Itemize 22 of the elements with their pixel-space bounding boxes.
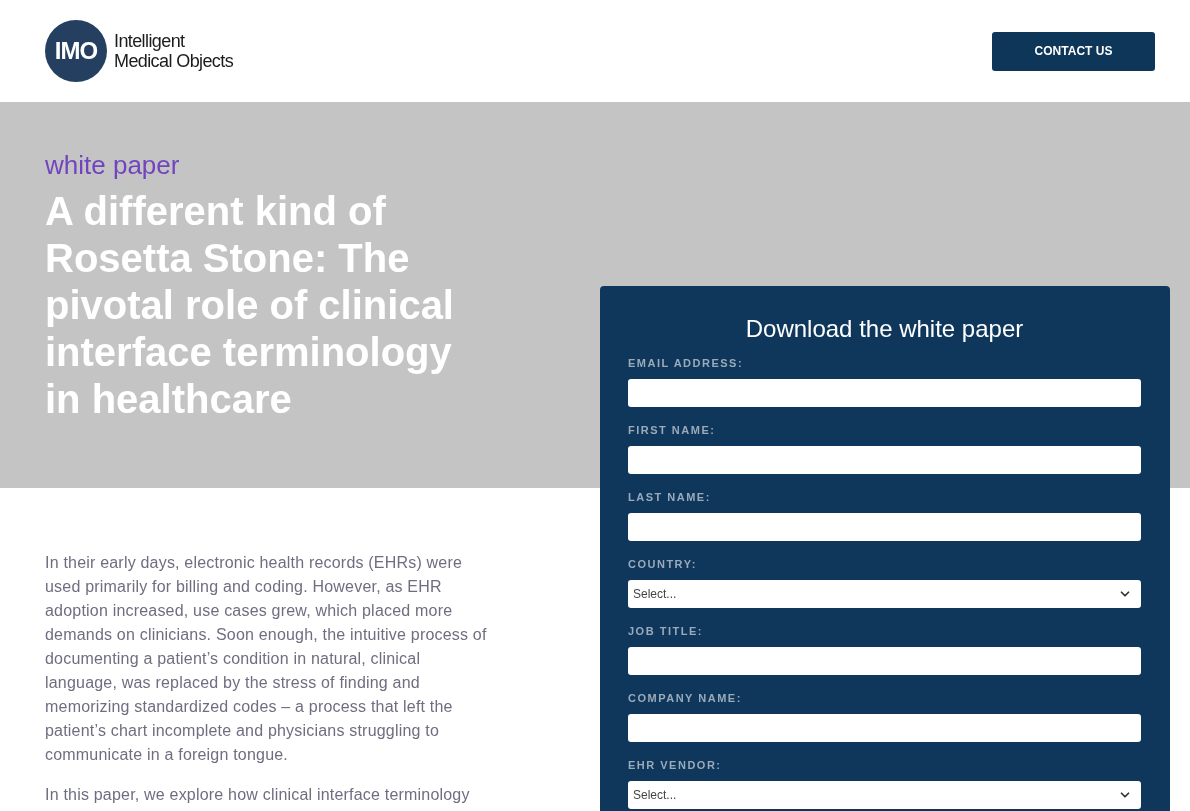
text-input[interactable] (628, 446, 1141, 474)
field-label: COUNTRY: (628, 557, 697, 571)
text-input[interactable] (628, 379, 1141, 407)
text-input[interactable] (628, 647, 1141, 675)
body-paragraph: In this paper, we explore how clinical interface terminology (45, 785, 471, 805)
field-label: FIRST NAME: (628, 423, 716, 437)
logo-wordmark: Intelligent Medical Objects (114, 31, 234, 71)
field-label: EMAIL ADDRESS: (628, 356, 744, 370)
logo-badge: IMO (45, 20, 107, 82)
body-paragraph: In their early days, electronic health records (EHRs) were used primarily for billing and coding. However, as EHR adoption increased, use cases grew, which placed more demands on clinicians. Soon enough, the intuitive process of documenting a patient’s condition in natural, clinical language, was replaced by the stress of finding and memorizing standardized codes – a process that left the patient’s chart incomplete and physicians struggling to communicate in a foreign tongue. (45, 553, 487, 765)
form-title: Download the white paper (744, 314, 1025, 344)
select-field[interactable]: Select... (628, 580, 1141, 608)
field-label: JOB TITLE: (628, 624, 703, 638)
contact-button[interactable]: CONTACT US (992, 31, 1155, 71)
text-input[interactable] (628, 714, 1141, 742)
page-title: A different kind of Rosetta Stone: The pivotal role of clinical interface terminology in healthcare (45, 188, 455, 423)
field-label: LAST NAME: (628, 490, 711, 504)
text-input[interactable] (628, 513, 1141, 541)
field-label: COMPANY NAME: (628, 691, 742, 705)
field-label: EHR VENDOR: (628, 758, 722, 772)
select-field[interactable]: Select... (628, 781, 1141, 809)
eyebrow-text: white paper (45, 149, 180, 181)
